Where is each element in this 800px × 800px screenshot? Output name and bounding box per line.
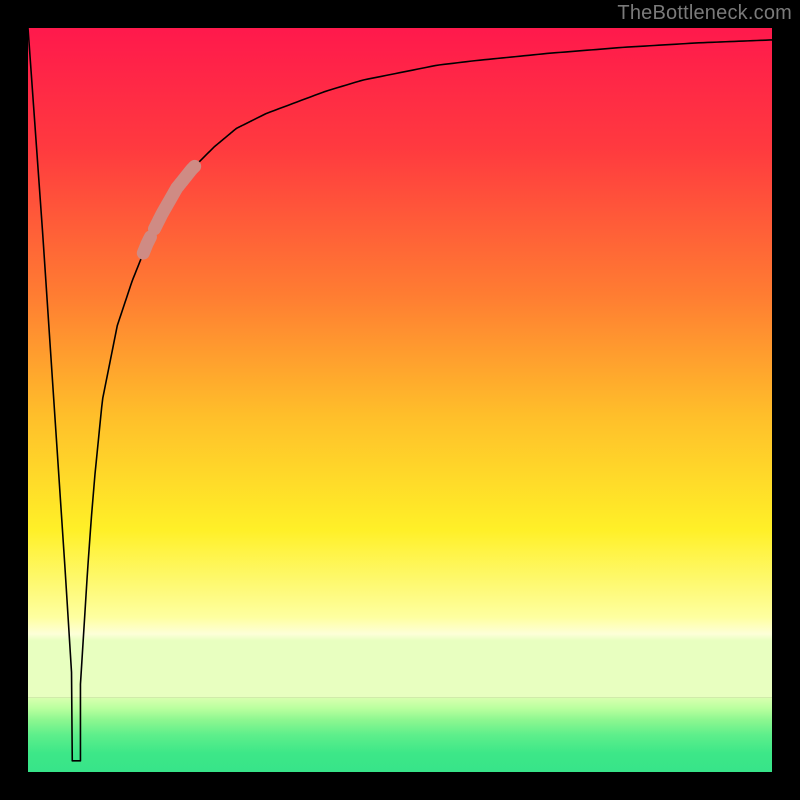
attribution-text: TheBottleneck.com — [617, 2, 792, 25]
chart-container: TheBottleneck.com — [0, 0, 800, 800]
plot-area — [28, 28, 772, 772]
chart-svg — [28, 28, 772, 772]
highlight-segment-0 — [143, 237, 150, 253]
